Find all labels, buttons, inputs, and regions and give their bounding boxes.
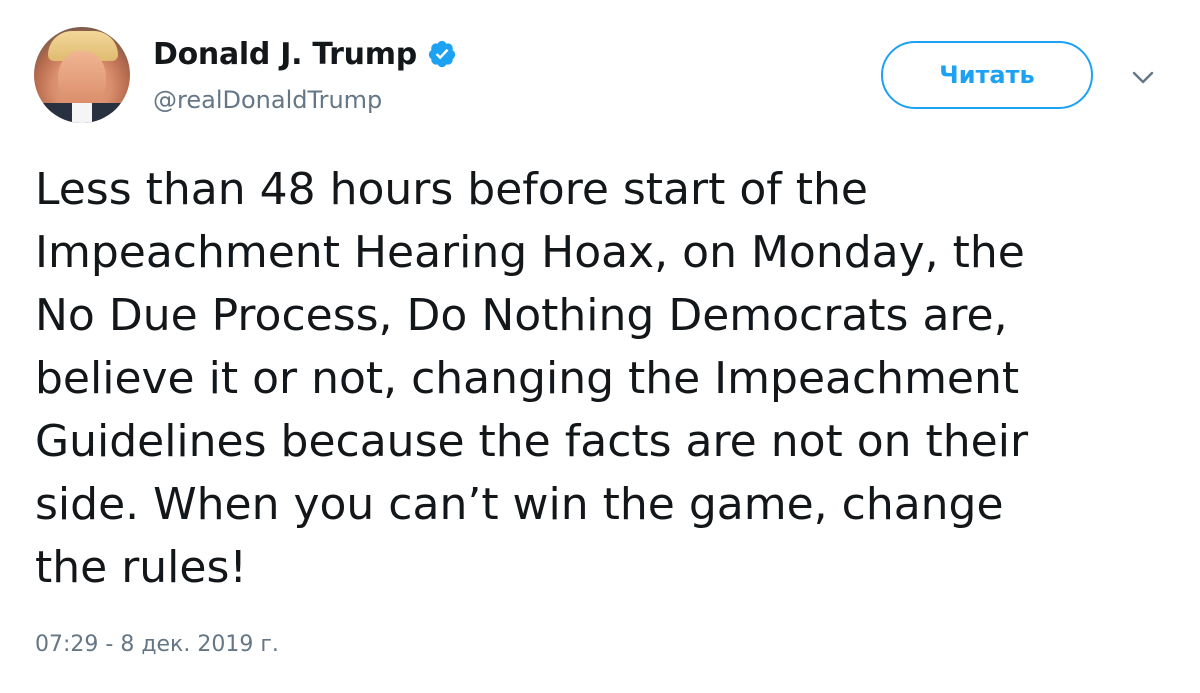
author-display-name[interactable]: Donald J. Trump — [153, 37, 417, 72]
avatar[interactable] — [34, 27, 130, 123]
tweet-text: Less than 48 hours before start of the I… — [35, 164, 1029, 593]
tweet-card: Donald J. Trump @realDonaldTrump Читать … — [0, 0, 1200, 693]
avatar-collar — [72, 103, 92, 123]
follow-button[interactable]: Читать — [881, 41, 1093, 109]
tweet-timestamp[interactable]: 07:29 - 8 дек. 2019 г. — [35, 632, 279, 657]
verified-badge-icon — [428, 40, 455, 68]
author-name-row[interactable]: Donald J. Trump — [153, 30, 457, 78]
author-handle[interactable]: @realDonaldTrump — [153, 86, 382, 114]
avatar-face — [58, 51, 106, 109]
chevron-down-icon[interactable] — [1128, 62, 1158, 92]
